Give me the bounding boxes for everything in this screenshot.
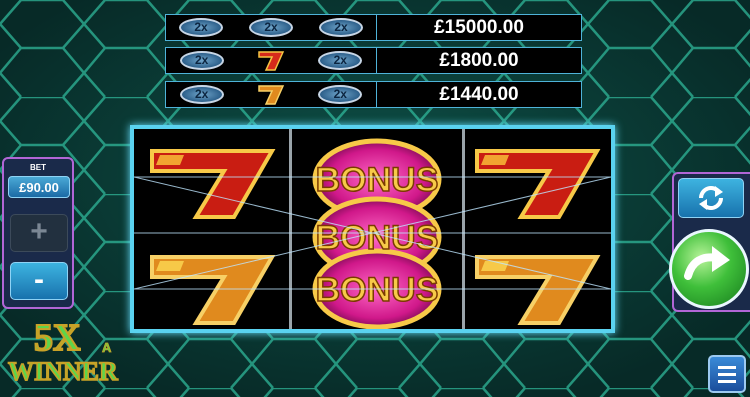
paytable-row-3: 2x 2x £1440.00	[165, 81, 582, 108]
logo-a: A	[102, 340, 112, 355]
2x-symbol-icon: 2x	[319, 18, 363, 37]
paytable-symbols: 2x 2x	[166, 48, 377, 73]
refresh-icon	[699, 186, 723, 210]
bet-panel: BET £90.00 + -	[2, 157, 74, 309]
2x-symbol-icon: 2x	[249, 18, 293, 37]
reel-window: BONUS BONUS BONUS	[130, 125, 615, 333]
logo-5x: 5X	[34, 317, 80, 359]
menu-button[interactable]	[708, 355, 746, 393]
logo-winner: WINNER	[8, 357, 118, 386]
bet-increase-button[interactable]: +	[10, 214, 68, 252]
2x-symbol-icon: 2x	[179, 51, 224, 70]
paytable-row-2: 2x 2x £1800.00	[165, 47, 582, 74]
spin-button[interactable]	[669, 229, 749, 309]
hamburger-icon	[718, 366, 736, 383]
paytable-symbols: 2x 2x	[166, 82, 377, 107]
autoplay-button[interactable]	[678, 178, 744, 218]
paylines-overlay	[134, 176, 611, 290]
paytable-row-1: 2x 2x 2x £15000.00	[165, 14, 582, 41]
bet-decrease-button[interactable]: -	[10, 262, 68, 300]
2x-symbol-icon: 2x	[179, 85, 224, 104]
game-logo: 5X A WINNER	[7, 316, 119, 387]
gold-seven-icon	[258, 84, 285, 105]
paytable-amount: £1800.00	[439, 49, 519, 71]
spin-arrow-icon	[684, 246, 730, 280]
paytable-amount: £1440.00	[439, 83, 519, 105]
paytable-symbols: 2x 2x 2x	[166, 15, 377, 40]
2x-symbol-icon: 2x	[179, 18, 223, 37]
2x-symbol-icon: 2x	[318, 51, 363, 70]
bet-label: BET	[30, 163, 46, 172]
seven-icon	[258, 50, 285, 71]
bet-value: £90.00	[8, 176, 70, 198]
paytable-amount: £15000.00	[434, 16, 524, 38]
2x-symbol-icon: 2x	[318, 85, 363, 104]
